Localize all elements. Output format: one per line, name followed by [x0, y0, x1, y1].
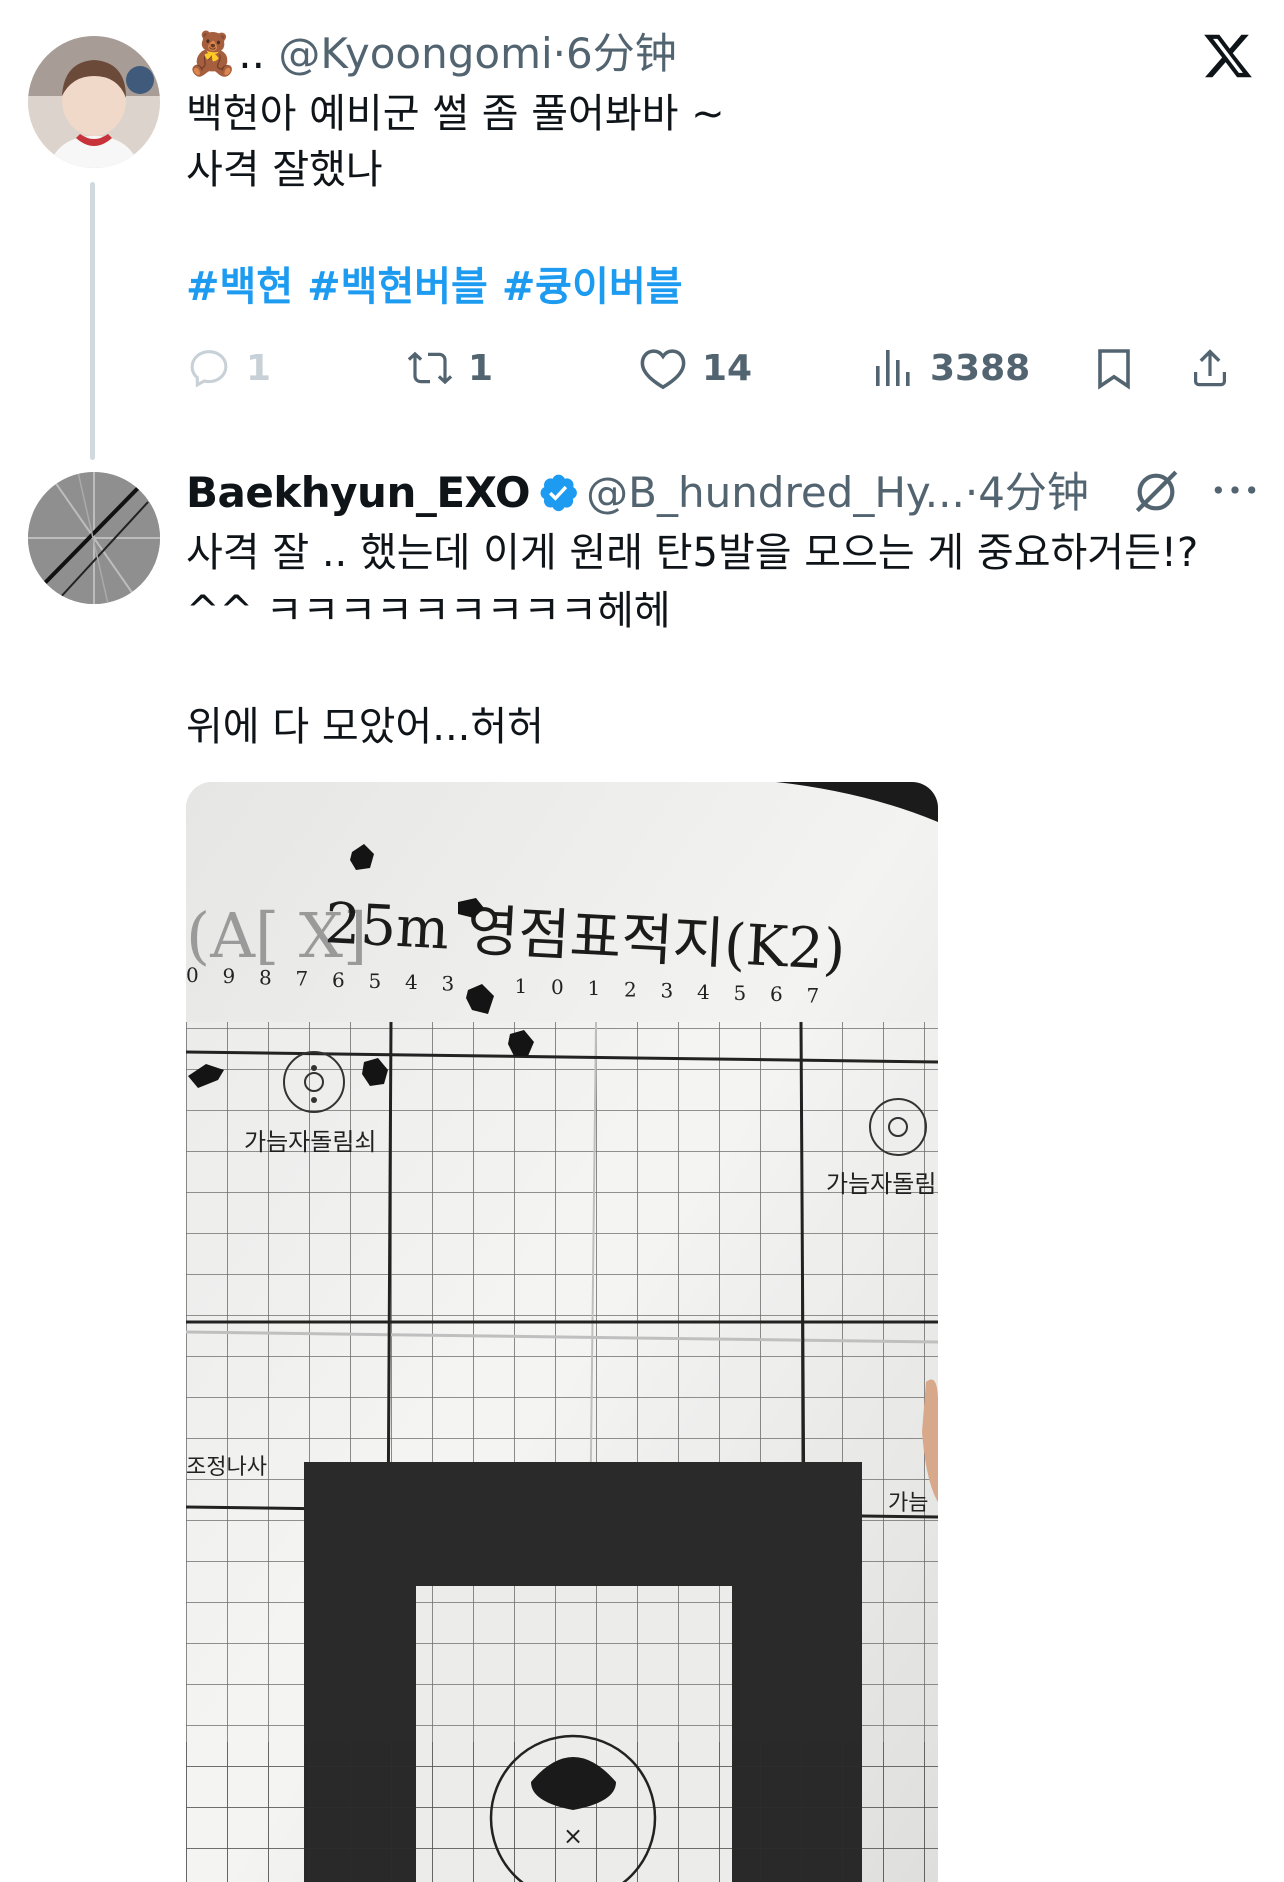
scale-number: 6 [332, 968, 345, 992]
scale-number: 5 [369, 969, 382, 993]
grok-icon[interactable] [1128, 464, 1184, 520]
scale-number: 9 [223, 964, 236, 988]
avatar[interactable] [28, 472, 160, 604]
tweet-header: 🧸.. @Kyoongomi·6分钟 [186, 28, 677, 80]
views-chart-icon [876, 350, 910, 386]
heart-icon [640, 349, 686, 390]
verified-badge-icon [540, 474, 578, 512]
share-button[interactable] [1186, 340, 1234, 396]
display-name[interactable]: 🧸.. [186, 29, 265, 78]
handle[interactable]: @Kyoongomi [278, 29, 552, 78]
label-right: 가늠자돌림 [826, 1170, 936, 1198]
avatar[interactable] [28, 36, 160, 168]
label-bottom-left: 조정나사 [186, 1455, 267, 1480]
x-logo-icon[interactable] [1202, 30, 1254, 82]
scale-number: 7 [296, 967, 309, 991]
tweet-text: 백현아 예비군 썰 좀 풀어봐바 ~ 사격 잘했나 [186, 91, 725, 193]
scale-number: 7 [807, 983, 820, 1007]
label-left: 가늠자돌림쇠 [244, 1128, 376, 1156]
scale-number: 1 [515, 974, 528, 998]
like-count: 14 [702, 347, 753, 389]
views-button[interactable]: 3388 [868, 340, 1030, 396]
action-bar: 1 1 14 3388 [186, 340, 1266, 396]
more-options-icon[interactable] [1210, 470, 1260, 510]
share-icon [1194, 349, 1226, 387]
timestamp[interactable]: 4分钟 [978, 468, 1089, 517]
reply-icon [190, 350, 228, 388]
tweet-photo[interactable]: (A[ X] 25m 영점표적지(K2) 09876543101234567 가… [186, 782, 938, 1882]
scale-number: 8 [259, 965, 272, 989]
tweet-header: Baekhyun_EXO @B_hundred_Hy...·4分钟 [186, 465, 1089, 521]
hashtag-link[interactable]: #백현 [186, 264, 293, 310]
scale-number: 5 [734, 981, 747, 1005]
center-mark: × [563, 1822, 583, 1850]
hashtag-link[interactable]: #백현버블 [307, 264, 488, 310]
scale-number: 0 [551, 975, 564, 999]
bookmark-icon [1098, 349, 1130, 390]
retweet-count: 1 [468, 347, 494, 389]
hashtags: #백현 #백현버블 #큥이버블 [186, 262, 697, 312]
scale-number: 0 [186, 963, 199, 987]
scale-number: 4 [697, 980, 710, 1004]
view-count: 3388 [930, 347, 1031, 389]
timestamp[interactable]: 6分钟 [566, 29, 677, 78]
retweet-icon [407, 351, 453, 385]
scale-number: 3 [661, 979, 674, 1003]
scale-number: 4 [405, 970, 418, 994]
tweet-text: 사격 잘 .. 했는데 이게 원래 탄5발을 모으는 게 중요하거든!? ^^ … [186, 530, 1199, 750]
like-button[interactable]: 14 [638, 340, 752, 396]
reply-count: 1 [246, 347, 272, 389]
separator: · [964, 468, 979, 517]
scale-number: 1 [588, 976, 601, 1000]
retweet-button[interactable]: 1 [406, 340, 493, 396]
target-sheet-photo: (A[ X] 25m 영점표적지(K2) 09876543101234567 가… [186, 782, 938, 1882]
hashtag-link[interactable]: #큥이버블 [502, 264, 683, 310]
avatar-photo [28, 36, 160, 168]
display-name[interactable]: Baekhyun_EXO [186, 468, 531, 517]
bookmark-button[interactable] [1090, 340, 1138, 396]
scale-number: 3 [442, 971, 455, 995]
scale-number: 2 [624, 977, 637, 1001]
separator: · [552, 29, 567, 78]
scale-number: 6 [770, 982, 783, 1006]
reply-button[interactable]: 1 [186, 340, 271, 396]
thread-line [90, 182, 95, 460]
label-bottom-right: 가늠 [888, 1491, 928, 1516]
handle[interactable]: @B_hundred_Hy... [586, 468, 965, 517]
avatar-logo [28, 472, 160, 604]
